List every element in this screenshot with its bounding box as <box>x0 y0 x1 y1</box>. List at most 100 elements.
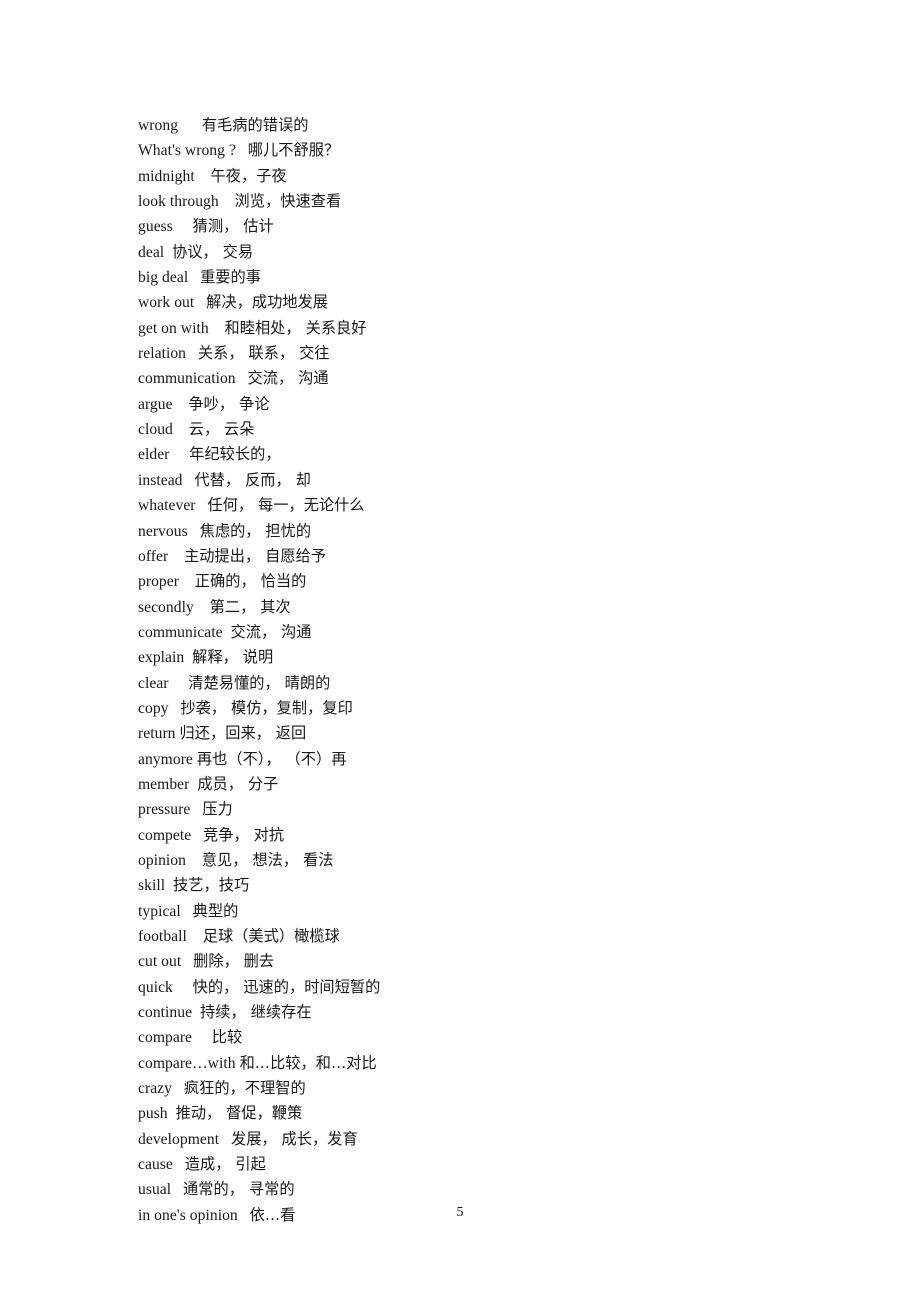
vocabulary-entry: deal 协议， 交易 <box>138 240 838 265</box>
entry-term: argue <box>138 395 173 413</box>
vocabulary-entry: compare…with 和…比较，和…对比 <box>138 1051 838 1076</box>
vocabulary-entry: skill 技艺，技巧 <box>138 873 838 898</box>
entry-term: compete <box>138 826 192 844</box>
vocabulary-entry: instead 代替， 反而， 却 <box>138 468 838 493</box>
entry-term: quick <box>138 978 173 996</box>
entry-gloss: 云， 云朵 <box>188 420 255 439</box>
vocabulary-entry: quick 快的， 迅速的，时间短暂的 <box>138 975 838 1000</box>
entry-gloss: 正确的， 恰当的 <box>194 572 307 591</box>
entry-term: instead <box>138 471 183 489</box>
entry-gloss: 典型的 <box>192 901 239 920</box>
vocabulary-entry: anymore 再也（不）， （不）再 <box>138 747 838 772</box>
entry-separator <box>164 244 172 261</box>
entry-separator <box>171 1181 183 1198</box>
entry-term: skill <box>138 877 166 895</box>
vocabulary-entry: What's wrong ? 哪儿不舒服？ <box>138 138 838 163</box>
entry-separator <box>219 1131 231 1148</box>
vocabulary-entry: proper 正确的， 恰当的 <box>138 569 838 594</box>
vocabulary-entry: whatever 任何， 每一，无论什么 <box>138 493 838 518</box>
entry-term: compare…with <box>138 1054 236 1072</box>
entry-term: development <box>138 1130 220 1148</box>
entry-term: cause <box>138 1156 173 1174</box>
entry-separator <box>173 396 189 413</box>
vocabulary-entry: cause 造成， 引起 <box>138 1152 838 1177</box>
vocabulary-entry: wrong 有毛病的错误的 <box>138 113 838 138</box>
entry-term: member <box>138 775 190 793</box>
entry-term: usual <box>138 1181 172 1199</box>
entry-term: clear <box>138 674 169 692</box>
entry-term: work out <box>138 294 195 312</box>
vocabulary-entry: crazy 疯狂的，不理智的 <box>138 1076 838 1101</box>
entry-gloss: 足球（美式）橄榄球 <box>202 927 340 945</box>
page-number: 5 <box>456 1205 464 1220</box>
vocabulary-entry: guess 猜测， 估计 <box>138 214 838 239</box>
entry-gloss: 造成， 引起 <box>184 1155 266 1174</box>
entry-gloss: 意见， 想法， 看法 <box>201 850 334 869</box>
entry-gloss: 主动提出， 自愿给予 <box>184 546 327 565</box>
entry-gloss: 解决，成功地发展 <box>206 293 329 312</box>
entry-term: get on with <box>138 319 209 337</box>
entry-separator <box>172 1080 184 1097</box>
vocabulary-entry: continue 持续， 继续存在 <box>138 1000 838 1025</box>
entry-gloss: 删除， 删去 <box>193 952 275 971</box>
entry-gloss: 交流， 沟通 <box>247 369 329 388</box>
entry-term: look through <box>138 193 219 211</box>
entry-term: whatever <box>138 497 196 515</box>
entry-separator <box>173 979 193 996</box>
vocabulary-entry: nervous 焦虑的， 担忧的 <box>138 519 838 544</box>
entry-separator <box>236 370 248 387</box>
entry-separator <box>165 877 173 894</box>
vocabulary-entry: member 成员， 分子 <box>138 772 838 797</box>
entry-gloss: 代替， 反而， 却 <box>194 470 311 489</box>
vocabulary-entry: explain 解释， 说明 <box>138 645 838 670</box>
entry-gloss: 推动， 督促，鞭策 <box>175 1104 303 1123</box>
entry-term: communication <box>138 370 236 388</box>
vocabulary-entry: look through 浏览，快速查看 <box>138 189 838 214</box>
vocabulary-entry: opinion 意见， 想法， 看法 <box>138 848 838 873</box>
entry-gloss: 重要的事 <box>200 268 262 287</box>
vocabulary-entry: communication 交流， 沟通 <box>138 366 838 391</box>
entry-separator <box>168 548 184 565</box>
entry-term: elder <box>138 446 170 464</box>
entry-term: offer <box>138 547 169 565</box>
entry-gloss: 焦虑的， 担忧的 <box>199 521 312 540</box>
entry-term: opinion <box>138 851 186 869</box>
entry-gloss: 比较 <box>211 1028 243 1047</box>
entry-term: football <box>138 928 187 945</box>
entry-separator <box>168 1105 176 1122</box>
entry-gloss: 哪儿不舒服？ <box>247 141 340 160</box>
entry-term: wrong <box>138 117 179 134</box>
entry-separator <box>188 523 200 540</box>
entry-gloss: 通常的， 寻常的 <box>183 1180 295 1199</box>
entry-term: return <box>138 725 176 743</box>
entry-gloss: 快的， 迅速的，时间短暂的 <box>192 977 381 996</box>
entry-term: explain <box>138 649 185 667</box>
vocabulary-entry: midnight 午夜，子夜 <box>138 164 838 189</box>
entry-separator <box>195 168 211 185</box>
entry-term: deal <box>138 243 165 261</box>
entry-term: push <box>138 1105 168 1123</box>
entry-term: secondly <box>138 598 194 616</box>
entry-gloss: 午夜，子夜 <box>210 166 287 185</box>
entry-gloss: 技艺，技巧 <box>173 876 250 895</box>
vocabulary-entry: work out 解决，成功地发展 <box>138 290 838 315</box>
entry-term: anymore <box>138 750 193 768</box>
entry-gloss: 抄袭， 模仿，复制，复印 <box>180 698 353 717</box>
entry-separator <box>191 827 203 844</box>
entry-separator <box>173 218 193 235</box>
entry-term: guess <box>138 218 173 236</box>
vocabulary-entry: development 发展， 成长，发育 <box>138 1127 838 1152</box>
entry-gloss: 清楚易懂的， 晴朗的 <box>188 673 331 692</box>
vocabulary-entry: compare 比较 <box>138 1025 838 1050</box>
entry-gloss: 任何， 每一，无论什么 <box>207 496 365 515</box>
vocabulary-entry: typical 典型的 <box>138 899 838 924</box>
entry-separator <box>187 928 203 945</box>
entry-gloss: 解释， 说明 <box>192 648 274 667</box>
document-page: wrong 有毛病的错误的 What's wrong ? 哪儿不舒服？ midnig… <box>0 0 920 1302</box>
entry-gloss: 再也（不）， （不）再 <box>196 749 347 768</box>
entry-gloss: 和…比较，和…对比 <box>239 1053 377 1072</box>
entry-gloss: 和睦相处， 关系良好 <box>224 318 367 337</box>
entry-term: proper <box>138 573 179 591</box>
entry-separator <box>186 345 198 362</box>
entry-gloss: 有毛病的错误的 <box>201 116 309 134</box>
